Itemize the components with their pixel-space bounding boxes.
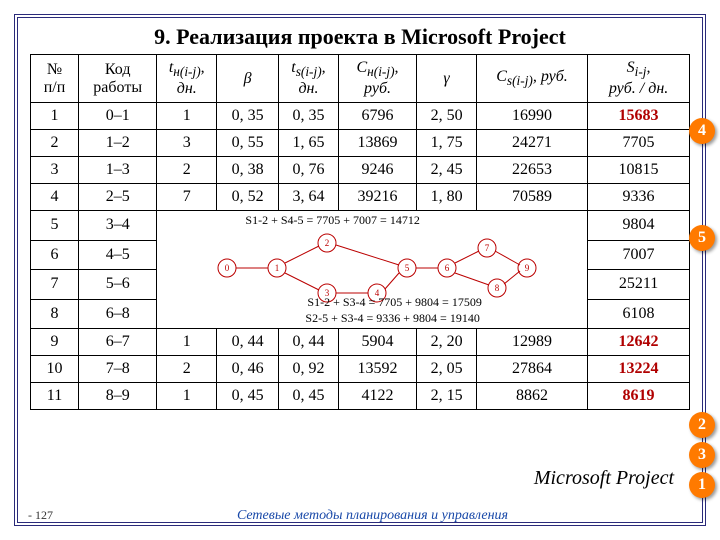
network-diagram: S1-2 + S4-5 = 7705 + 7007 = 14712 0 bbox=[157, 211, 588, 329]
table-row: 10–110, 35 0, 3567962, 5016990 15683 bbox=[31, 103, 690, 130]
slide: 9. Реализация проекта в Microsoft Projec… bbox=[0, 0, 720, 540]
h-ts: ts(i-j),дн. bbox=[279, 55, 339, 103]
h-s: Si-j,руб. / дн. bbox=[588, 55, 690, 103]
table-row: 107–820, 46 0, 92135922, 0527864 13224 bbox=[31, 356, 690, 383]
h-cs: Cs(i-j), руб. bbox=[476, 55, 587, 103]
svg-text:1: 1 bbox=[275, 263, 280, 273]
svg-text:9: 9 bbox=[525, 263, 530, 273]
table-row: 21–230, 55 1, 65138691, 7524271 7705 bbox=[31, 130, 690, 157]
table-row: 96–710, 44 0, 4459042, 2012989 12642 bbox=[31, 329, 690, 356]
table-row: 53–4 S1-2 + S4-5 = 7705 + 7007 = 14712 bbox=[31, 211, 690, 241]
h-cn: Cн(i-j),руб. bbox=[338, 55, 416, 103]
badge-2: 2 bbox=[689, 412, 715, 438]
svg-text:6: 6 bbox=[445, 263, 450, 273]
equation: S1-2 + S3-4 = 7705 + 9804 = 17509 bbox=[307, 295, 481, 310]
footer-title: Сетевые методы планирования и управления bbox=[28, 508, 692, 524]
equation: S1-2 + S4-5 = 7705 + 7007 = 14712 bbox=[245, 213, 419, 228]
table-row: 118–910, 45 0, 4541222, 158862 8619 bbox=[31, 383, 690, 410]
table-row: 42–570, 52 3, 64392161, 8070589 9336 bbox=[31, 184, 690, 211]
h-tn: tн(i-j),дн. bbox=[157, 55, 217, 103]
badge-4: 4 bbox=[689, 118, 715, 144]
ms-project-label: Microsoft Project bbox=[534, 467, 674, 490]
table-row: 31–320, 38 0, 7692462, 4522653 10815 bbox=[31, 157, 690, 184]
header-row: №п/п Кодработы tн(i-j),дн. β ts(i-j),дн.… bbox=[31, 55, 690, 103]
slide-title: 9. Реализация проекта в Microsoft Projec… bbox=[18, 24, 702, 50]
h-gamma: γ bbox=[417, 55, 477, 103]
badge-3: 3 bbox=[689, 442, 715, 468]
frame: 9. Реализация проекта в Microsoft Projec… bbox=[14, 14, 706, 526]
data-table: №п/п Кодработы tн(i-j),дн. β ts(i-j),дн.… bbox=[30, 54, 690, 410]
page-number: - 127 bbox=[28, 508, 53, 523]
svg-text:0: 0 bbox=[225, 263, 230, 273]
svg-text:2: 2 bbox=[325, 238, 330, 248]
h-code: Кодработы bbox=[78, 55, 156, 103]
footer: - 127 Сетевые методы планирования и упра… bbox=[28, 508, 692, 524]
badge-1: 1 bbox=[689, 472, 715, 498]
h-np: №п/п bbox=[31, 55, 79, 103]
svg-text:8: 8 bbox=[495, 283, 500, 293]
badge-5: 5 bbox=[689, 225, 715, 251]
equation: S2-5 + S3-4 = 9336 + 9804 = 19140 bbox=[305, 311, 479, 326]
h-beta: β bbox=[217, 55, 279, 103]
svg-text:7: 7 bbox=[485, 243, 490, 253]
svg-text:5: 5 bbox=[405, 263, 410, 273]
